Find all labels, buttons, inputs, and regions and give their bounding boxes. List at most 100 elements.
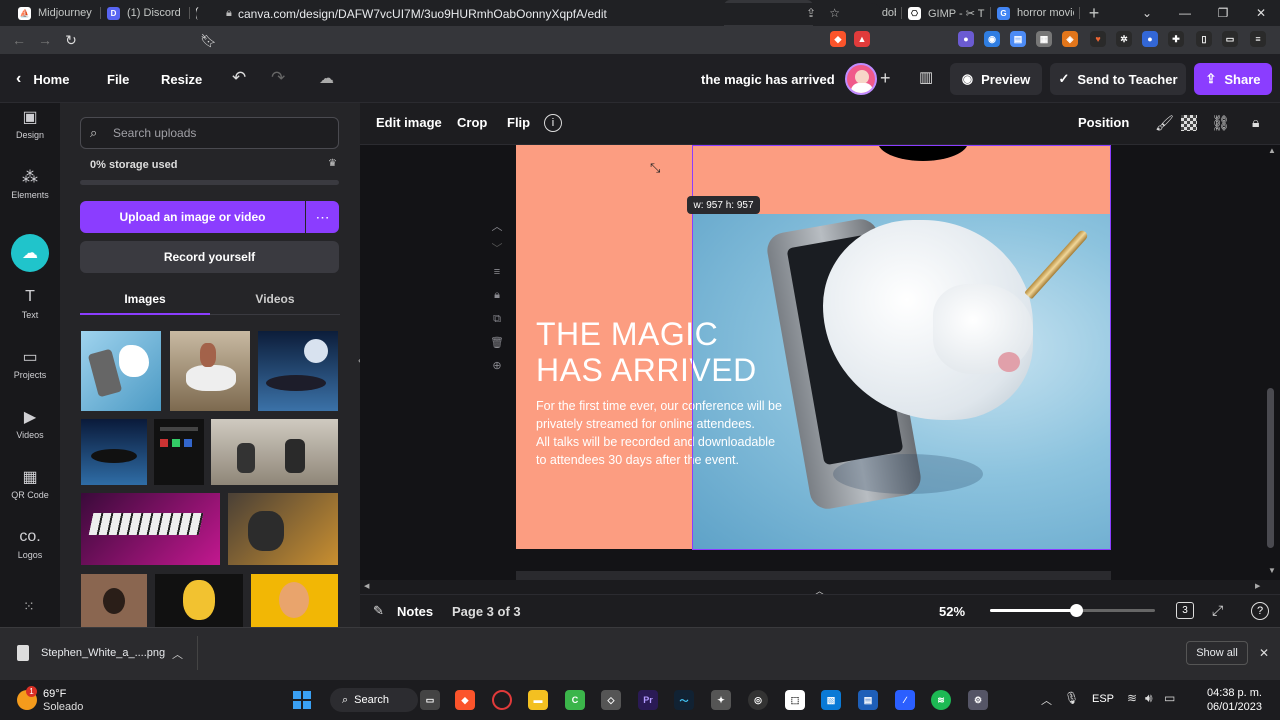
avatar[interactable] [845, 63, 877, 95]
scroll-right-icon[interactable]: ▶ [1255, 582, 1260, 590]
star-icon[interactable]: ☆ [829, 6, 840, 20]
undo-icon[interactable]: ↶ [232, 68, 246, 88]
extension-3-icon[interactable]: ▤ [1010, 31, 1026, 47]
back-icon[interactable]: ← [6, 27, 32, 53]
add-page-icon[interactable]: ⊕ [490, 358, 504, 372]
upload-thumbnail[interactable] [251, 574, 338, 627]
download-options-icon[interactable]: ︿ [172, 646, 183, 662]
browser-tab[interactable]: ⛵ Midjourney [12, 0, 101, 26]
menu-icon[interactable]: ≡ [1250, 31, 1266, 47]
move-down-icon[interactable]: ﹀ [490, 241, 504, 255]
fullscreen-icon[interactable]: ⤢ [1212, 602, 1223, 619]
edit-image-button[interactable]: Edit image [376, 115, 442, 130]
clock-date[interactable]: 06/01/2023 [1194, 701, 1262, 713]
volume-icon[interactable]: 🔊︎ [1145, 691, 1153, 706]
zoom-slider-track[interactable] [990, 604, 1155, 617]
share-button[interactable]: ⇪ Share [1194, 63, 1272, 95]
rail-item-text[interactable]: T Text [0, 277, 60, 331]
rail-item-videos[interactable]: ▶ Videos [0, 397, 60, 451]
extensions-puzzle-icon[interactable]: ✚ [1168, 31, 1184, 47]
show-all-button[interactable]: Show all [1186, 641, 1248, 665]
vertical-scrollbar[interactable] [1267, 388, 1274, 548]
rail-item-logos[interactable]: co. Logos [0, 517, 60, 571]
delete-page-icon[interactable]: 🗑︎ [490, 335, 504, 349]
brave-shield-icon[interactable]: ◆ [830, 31, 846, 47]
taskbar-search[interactable]: ⌕ Search [330, 688, 418, 712]
bookmark-icon[interactable]: 🔖︎ [200, 33, 217, 49]
flip-button[interactable]: Flip [507, 115, 530, 130]
paint-format-icon[interactable]: 🖌︎ [1155, 114, 1174, 132]
upload-thumbnail[interactable] [81, 331, 161, 411]
lock-page-icon[interactable]: 🔒︎ [490, 288, 504, 302]
tab-images[interactable]: Images [80, 292, 210, 306]
new-tab-button[interactable]: + [1080, 0, 1108, 26]
scroll-up-icon[interactable]: ▲ [1268, 146, 1276, 155]
spotify-icon[interactable]: ≋ [931, 690, 951, 710]
position-button[interactable]: Position [1078, 115, 1129, 130]
tab-videos[interactable]: Videos [210, 292, 340, 306]
zoom-slider-knob[interactable] [1069, 604, 1083, 617]
upload-thumbnail[interactable] [81, 419, 147, 485]
tray-expand-icon[interactable]: ︿ [1041, 692, 1052, 708]
extension-4-icon[interactable]: ▦ [1036, 31, 1052, 47]
more-icon[interactable]: ⋯ [306, 201, 339, 233]
heading-line-1[interactable]: THE MAGIC [536, 316, 718, 352]
duplicate-page-icon[interactable]: ⧉ [490, 312, 504, 326]
upload-thumbnail[interactable] [81, 493, 220, 565]
upload-thumbnail[interactable] [211, 419, 338, 485]
opera-icon[interactable] [492, 690, 512, 710]
apps-grid-icon[interactable]: ⁙ [23, 598, 35, 615]
home-button[interactable]: ‹ Home [16, 70, 69, 88]
extension-1-icon[interactable]: ● [958, 31, 974, 47]
minimize-icon[interactable]: — [1166, 0, 1204, 26]
wifi-icon[interactable]: ≋ [1127, 691, 1137, 705]
transparency-icon[interactable] [1181, 115, 1197, 131]
insights-icon[interactable]: ▥ [919, 68, 933, 86]
rail-item-qr-code[interactable]: ▦ QR Code [0, 457, 60, 511]
page-indicator[interactable]: Page 3 of 3 [452, 604, 521, 619]
premiere-icon[interactable]: Pr [638, 690, 658, 710]
close-window-icon[interactable]: ✕ [1242, 0, 1280, 26]
rail-item-elements[interactable]: ⁂ Elements [0, 157, 60, 211]
close-downloads-icon[interactable]: ✕ [1259, 646, 1269, 660]
upload-thumbnail[interactable] [228, 493, 338, 565]
document-title[interactable]: the magic has arrived [701, 72, 835, 87]
browser-tab[interactable]: Ghorror movie [991, 0, 1080, 26]
browser-tab[interactable]: D (1) Discord | [101, 0, 190, 26]
crop-button[interactable]: Crop [457, 115, 487, 130]
app-icon[interactable]: ◇ [601, 690, 621, 710]
extension-7-icon[interactable]: ● [1142, 31, 1158, 47]
lock-element-icon[interactable]: 🔒︎ [1252, 114, 1259, 131]
upload-thumbnail[interactable] [258, 331, 338, 411]
app-photo-icon[interactable]: ▧ [821, 690, 841, 710]
file-button[interactable]: File [107, 72, 129, 87]
app-vsc-icon[interactable]: ∕ [895, 690, 915, 710]
chrome-icon[interactable]: ◎ [748, 690, 768, 710]
brave-icon[interactable]: ◆ [455, 690, 475, 710]
resize-button[interactable]: Resize [161, 72, 202, 87]
metamask-icon[interactable]: ◈ [1062, 31, 1078, 47]
notes-button[interactable]: Notes [397, 604, 433, 619]
upload-thumbnail[interactable] [154, 419, 204, 485]
rail-item-uploads[interactable]: ☁Uploads [0, 233, 60, 273]
preview-button[interactable]: ◉ Preview [950, 63, 1042, 95]
send-to-teacher-button[interactable]: ✓ Send to Teacher [1050, 63, 1186, 95]
zoom-value[interactable]: 52% [939, 604, 965, 619]
page-grid-button[interactable]: 3 [1176, 602, 1194, 619]
forward-icon[interactable]: → [32, 27, 58, 53]
upload-thumbnail[interactable] [155, 574, 243, 627]
clock-time[interactable]: 04:38 p. m. [1194, 687, 1262, 699]
camtasia-icon[interactable]: C [565, 690, 585, 710]
rail-item-design[interactable]: ▣ Design [0, 97, 60, 151]
app-wave-icon[interactable]: 〜 [674, 690, 694, 710]
sidebar-icon[interactable]: ▯ [1196, 31, 1212, 47]
file-explorer-icon[interactable]: ▭ [420, 690, 440, 710]
help-icon[interactable]: ? [1251, 602, 1269, 620]
tab-search-icon[interactable]: ⌄ [1128, 0, 1166, 26]
redo-icon[interactable]: ↷ [271, 68, 285, 88]
store-icon[interactable]: ▤ [858, 690, 878, 710]
notes-page-icon[interactable]: ≡ [490, 265, 504, 279]
share-page-icon[interactable]: ⇪ [806, 6, 816, 20]
scroll-down-icon[interactable]: ▼ [1268, 566, 1276, 575]
windows-start-icon[interactable] [293, 691, 311, 709]
